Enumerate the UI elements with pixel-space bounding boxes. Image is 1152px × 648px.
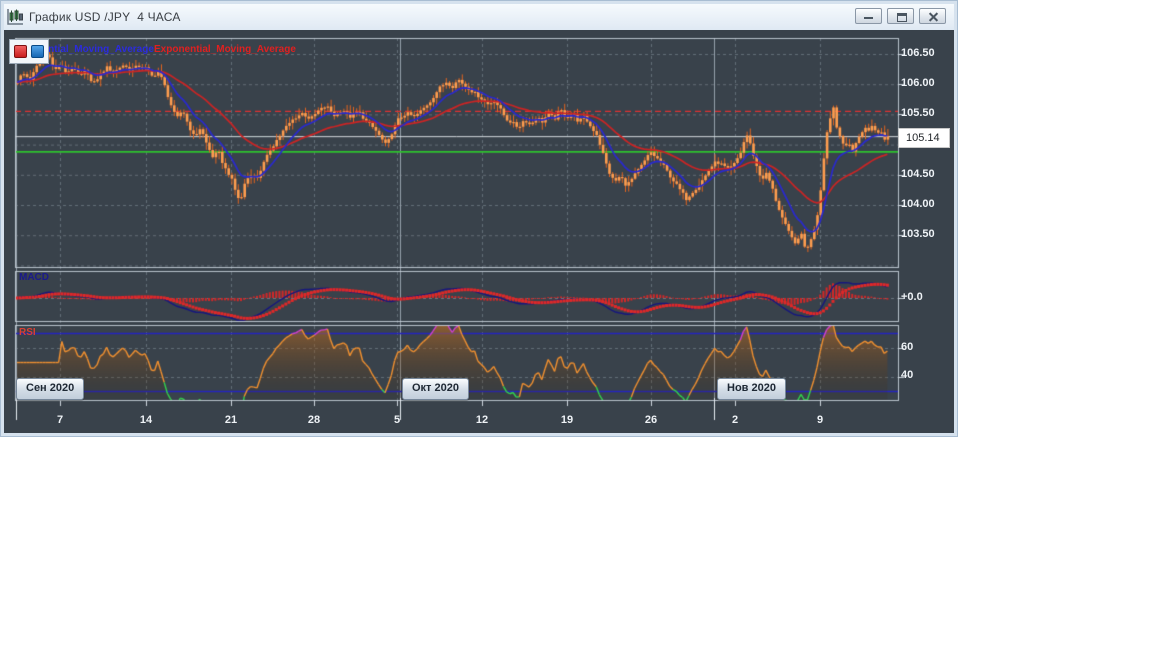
ema-slow-color-button[interactable] bbox=[14, 45, 27, 58]
x-axis-label: 14 bbox=[139, 414, 153, 426]
price-axis-label: 106.00 bbox=[901, 77, 935, 90]
rsi-panel-label: RSI bbox=[19, 327, 36, 338]
x-axis-label: 12 bbox=[475, 414, 489, 426]
price-axis-label: 104.50 bbox=[901, 167, 935, 180]
x-axis-label: 26 bbox=[644, 414, 658, 426]
macd-zero-label: +0.0 bbox=[901, 291, 923, 303]
current-price-box: 105.14 bbox=[898, 128, 950, 148]
price-axis-label: 106.50 bbox=[901, 47, 935, 59]
price-chart-canvas[interactable] bbox=[4, 30, 954, 433]
month-label-button[interactable]: Окт 2020 bbox=[402, 378, 469, 400]
maximize-button[interactable] bbox=[887, 8, 914, 24]
month-label-button[interactable]: Нов 2020 bbox=[717, 378, 786, 400]
minimize-icon bbox=[864, 17, 873, 19]
price-axis-label: 103.50 bbox=[901, 228, 935, 241]
x-axis-label: 7 bbox=[56, 414, 64, 426]
minimize-button[interactable] bbox=[855, 8, 882, 24]
legend-ema-slow[interactable]: Exponential_Moving_Average bbox=[154, 44, 296, 55]
indicator-color-buttons bbox=[9, 39, 49, 64]
current-price-value: 105.14 bbox=[906, 132, 940, 144]
window-controls bbox=[855, 8, 946, 24]
macd-panel-label: MACD bbox=[19, 272, 49, 283]
month-label-button[interactable]: Сен 2020 bbox=[16, 378, 85, 400]
rsi-tick-60: 60 bbox=[901, 341, 914, 353]
candlestick-chart-icon bbox=[6, 8, 24, 26]
x-axis-label: 28 bbox=[307, 414, 321, 426]
rsi-tick-40: 40 bbox=[901, 369, 914, 381]
x-axis-label: 21 bbox=[224, 414, 238, 426]
maximize-icon bbox=[897, 13, 907, 22]
x-axis-label: 5 bbox=[393, 414, 401, 426]
x-axis-label: 19 bbox=[560, 414, 574, 426]
window-titlebar[interactable]: График USD /JPY 4 ЧАСА bbox=[4, 4, 954, 30]
ema-fast-color-button[interactable] bbox=[31, 45, 44, 58]
chart-client-area: Exponential_Moving_Average Exponential_M… bbox=[4, 30, 954, 433]
close-button[interactable] bbox=[919, 8, 946, 24]
price-axis-label: 105.50 bbox=[901, 107, 935, 120]
desktop: График USD /JPY 4 ЧАСА Exponential_Movin… bbox=[0, 0, 1152, 648]
window-title: График USD /JPY 4 ЧАСА bbox=[29, 10, 181, 24]
x-axis-label: 2 bbox=[731, 414, 739, 426]
x-axis-label: 9 bbox=[816, 414, 824, 426]
chart-window: График USD /JPY 4 ЧАСА Exponential_Movin… bbox=[0, 0, 958, 437]
price-axis-label: 104.00 bbox=[901, 198, 935, 210]
